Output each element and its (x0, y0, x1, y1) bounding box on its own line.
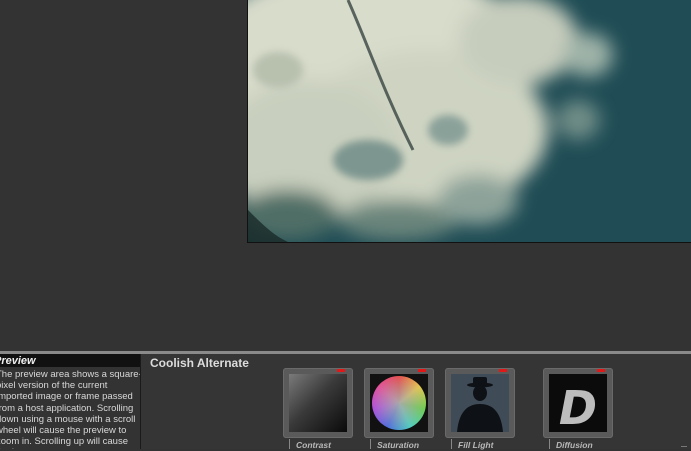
filter-panel: Coolish Alternate Contrast Saturation Fi… (141, 354, 691, 450)
help-title: Preview (0, 354, 140, 367)
saturation-tool[interactable] (364, 368, 434, 438)
active-indicator (499, 369, 507, 372)
contrast-gradient-icon (289, 374, 347, 432)
preview-image[interactable] (247, 0, 691, 243)
fill-light-tool[interactable] (445, 368, 515, 438)
tool-label-diffusion: Diffusion (549, 439, 593, 450)
help-text: The preview area shows a square-pixel ve… (0, 369, 140, 449)
color-wheel-icon (370, 374, 428, 432)
tool-label-contrast: Contrast (289, 439, 331, 450)
tool-label-saturation: Saturation (370, 439, 419, 450)
active-indicator (418, 369, 426, 372)
svg-text:D: D (559, 381, 597, 432)
filter-name: Coolish Alternate (150, 356, 249, 370)
preview-area[interactable] (0, 0, 691, 351)
diffusion-tool[interactable]: D (543, 368, 613, 438)
letter-d-icon: D (549, 374, 607, 432)
contrast-tool[interactable] (283, 368, 353, 438)
active-indicator (337, 369, 345, 372)
resize-corner (681, 446, 687, 447)
help-panel: Preview The preview area shows a square-… (0, 354, 141, 449)
active-indicator (597, 369, 605, 372)
tool-label-fill-light: Fill Light (451, 439, 493, 450)
silhouette-icon (451, 374, 509, 432)
